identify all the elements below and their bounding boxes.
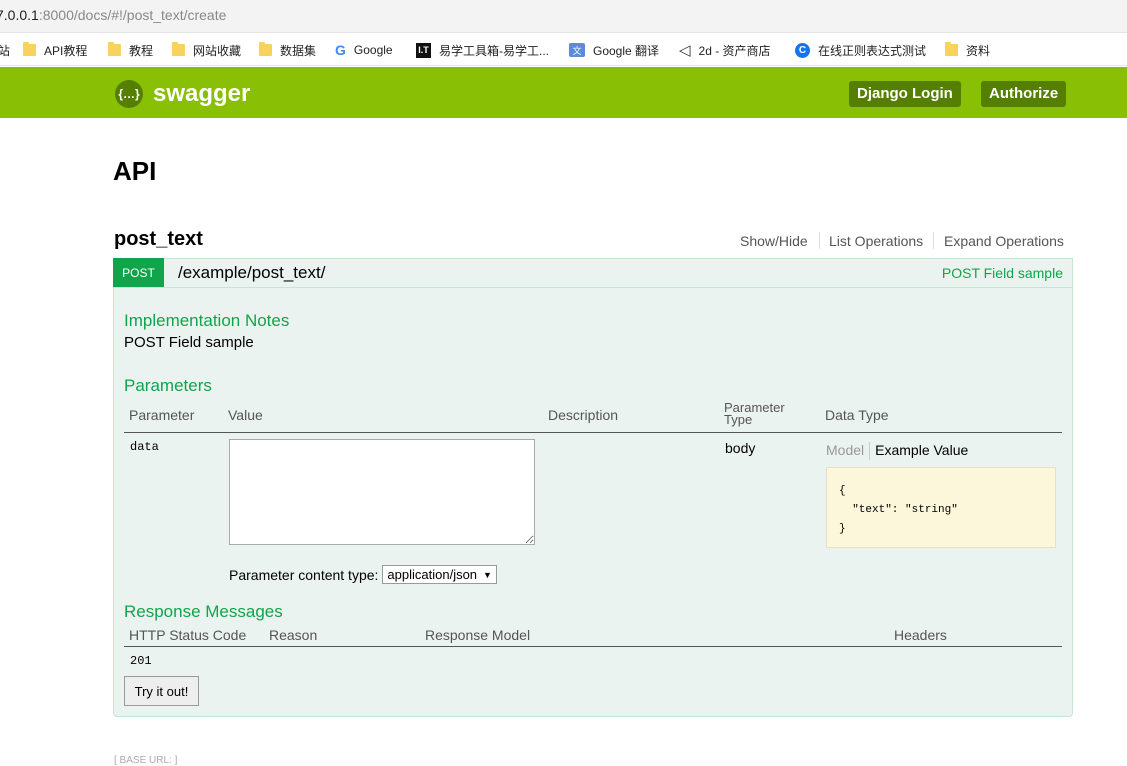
- param-value-textarea[interactable]: [229, 439, 535, 545]
- col-response-model: Response Model: [425, 627, 531, 643]
- model-tab[interactable]: Model: [826, 442, 864, 458]
- folder-icon: [945, 42, 958, 56]
- bookmark-label: 易学工具箱-易学工...: [439, 43, 549, 58]
- translate-icon: 文: [569, 43, 585, 57]
- bookmark-label: API教程: [44, 43, 88, 58]
- bookmark-item[interactable]: 资料: [945, 41, 990, 59]
- implementation-notes-text: POST Field sample: [124, 334, 254, 351]
- content-type-select[interactable]: application/json ▼: [382, 565, 497, 584]
- table-divider: [124, 432, 1062, 433]
- bookmark-label: 在线正则表达式测试: [818, 43, 927, 58]
- bookmark-item[interactable]: 数据集: [259, 41, 316, 59]
- expand-operations-link[interactable]: Expand Operations: [944, 233, 1064, 249]
- swagger-logo-text: swagger: [153, 80, 251, 107]
- http-method-badge[interactable]: POST: [113, 258, 164, 287]
- bookmark-label: 2d - 资产商店: [698, 43, 771, 58]
- bookmark-item[interactable]: 站: [0, 41, 10, 59]
- bookmark-label: Google 翻译: [593, 43, 660, 58]
- bookmark-item[interactable]: 教程: [108, 41, 153, 59]
- bookmark-item[interactable]: G Google: [335, 41, 393, 59]
- col-parameter-type-line2: Type: [724, 412, 753, 427]
- table-divider: [124, 646, 1062, 647]
- divider: [933, 232, 934, 249]
- dropdown-arrow-icon: ▼: [483, 569, 492, 580]
- bookmarks-bar: 站 API教程 教程 网站收藏 数据集 G Google I.T 易学工具箱-易学工…: [0, 34, 1127, 66]
- unity-icon: ◁: [679, 42, 691, 59]
- bookmark-item[interactable]: C 在线正则表达式测试: [795, 41, 926, 59]
- response-code: 201: [130, 654, 152, 668]
- swagger-logo-icon: {…}: [115, 80, 143, 108]
- bookmark-item[interactable]: ◁ 2d - 资产商店: [679, 41, 771, 59]
- operation-heading[interactable]: POST /example/post_text/ POST Field samp…: [113, 258, 1073, 288]
- parameters-heading: Parameters: [124, 376, 212, 395]
- folder-icon: [108, 42, 121, 56]
- col-description: Description: [548, 407, 619, 423]
- bookmark-label: 数据集: [280, 43, 317, 58]
- col-reason: Reason: [269, 627, 318, 643]
- param-name: data: [130, 440, 159, 454]
- bookmark-label: 教程: [129, 43, 154, 58]
- model-tabs: Model Example Value: [826, 442, 968, 461]
- col-headers: Headers: [894, 627, 947, 643]
- google-icon: G: [335, 42, 346, 58]
- url-text[interactable]: 7.0.0.1:8000/docs/#!/post_text/create: [0, 7, 226, 23]
- bookmark-item[interactable]: 文 Google 翻译: [569, 41, 659, 59]
- it-icon: I.T: [416, 42, 431, 58]
- resource-title[interactable]: post_text: [114, 228, 203, 251]
- response-messages-heading: Response Messages: [124, 602, 283, 621]
- col-http-status-code: HTTP Status Code: [129, 627, 247, 643]
- bookmark-item[interactable]: API教程: [23, 41, 87, 59]
- content-type-value: application/json: [387, 567, 478, 582]
- chrome-icon: C: [795, 42, 810, 58]
- operation-path[interactable]: /example/post_text/: [178, 263, 325, 283]
- bookmark-label: 资料: [966, 43, 991, 58]
- param-type: body: [725, 440, 756, 456]
- page-title: API: [113, 156, 157, 186]
- implementation-notes-heading: Implementation Notes: [124, 311, 290, 330]
- content-type-label: Parameter content type:: [229, 566, 379, 583]
- swagger-header: {…} swagger Django Login Authorize: [0, 67, 1127, 118]
- col-parameter-type: Parameter Type: [724, 401, 785, 427]
- url-path: :8000/docs/#!/post_text/create: [38, 7, 227, 23]
- try-it-out-button[interactable]: Try it out!: [124, 676, 199, 706]
- divider: [819, 232, 820, 249]
- show-hide-link[interactable]: Show/Hide: [740, 233, 808, 249]
- bookmark-label: Google: [353, 43, 393, 57]
- bookmark-item[interactable]: I.T 易学工具箱-易学工...: [416, 41, 549, 59]
- authorize-button[interactable]: Authorize: [981, 81, 1067, 107]
- folder-icon: [23, 42, 36, 56]
- folder-icon: [259, 42, 272, 56]
- operation-summary[interactable]: POST Field sample: [942, 265, 1063, 281]
- col-value: Value: [228, 407, 263, 423]
- tab-divider: [869, 442, 871, 461]
- content-type-row: Parameter content type: application/json…: [229, 565, 497, 584]
- folder-icon: [172, 42, 185, 56]
- bookmark-item[interactable]: 网站收藏: [172, 41, 241, 59]
- list-operations-link[interactable]: List Operations: [829, 233, 923, 249]
- example-value-box[interactable]: { "text": "string" }: [826, 467, 1056, 548]
- col-data-type: Data Type: [825, 407, 889, 423]
- base-url-footer: [ BASE URL: ]: [114, 755, 178, 766]
- col-parameter: Parameter: [129, 407, 195, 423]
- swagger-logo[interactable]: {…} swagger: [115, 80, 250, 108]
- bookmark-label: 网站收藏: [193, 43, 242, 58]
- django-login-button[interactable]: Django Login: [849, 81, 961, 107]
- address-bar[interactable]: 7.0.0.1:8000/docs/#!/post_text/create: [0, 0, 1127, 33]
- bookmark-label: 站: [0, 43, 11, 58]
- example-value-tab[interactable]: Example Value: [875, 442, 968, 458]
- url-host: 7.0.0.1: [0, 7, 39, 23]
